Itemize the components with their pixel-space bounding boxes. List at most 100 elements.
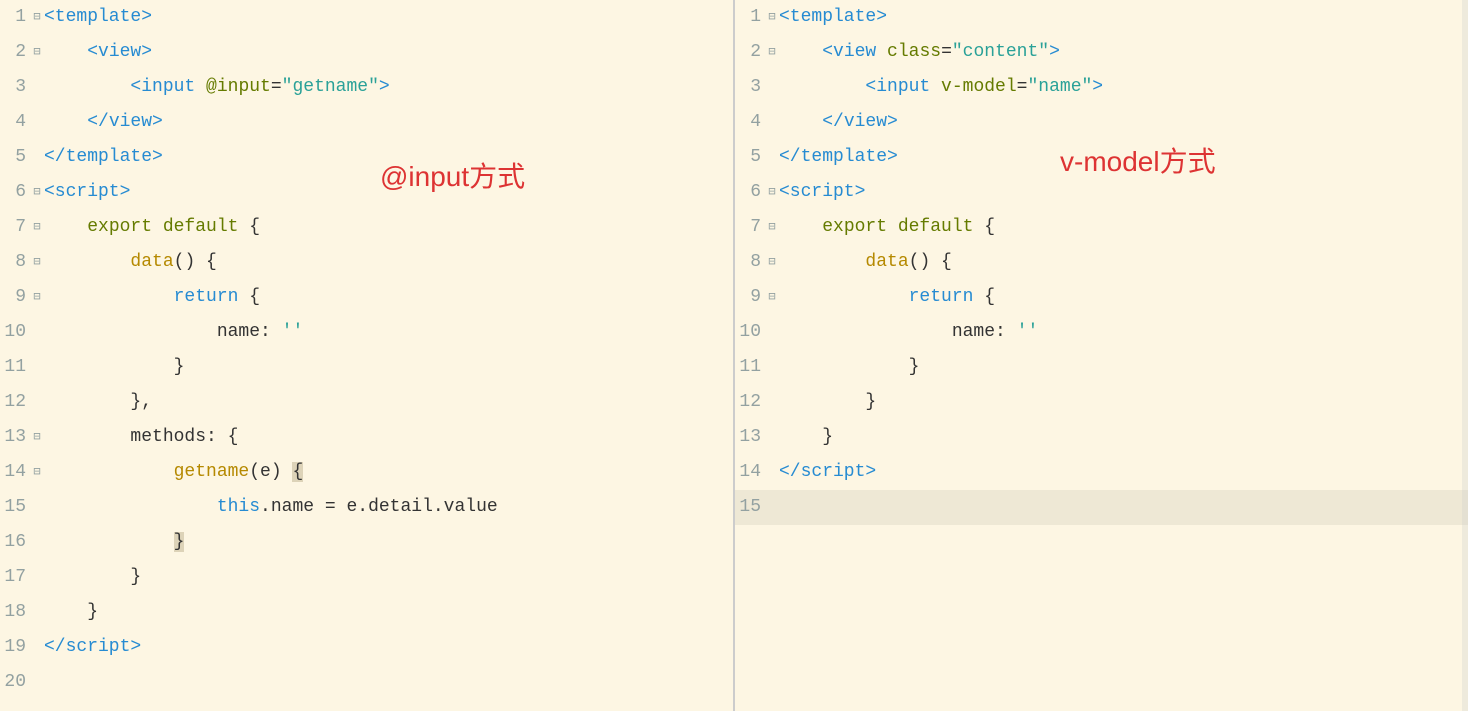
code-text: <template>	[44, 0, 733, 35]
scrollbar[interactable]	[1462, 0, 1468, 711]
code-text: </view>	[44, 105, 733, 140]
code-text: </view>	[779, 105, 1468, 140]
line-number: 17	[0, 560, 30, 595]
fold-icon[interactable]: ⊟	[30, 420, 44, 455]
code-line[interactable]: 10 name: ''	[735, 315, 1468, 350]
editor-pane-left: @input方式 1⊟<template>2⊟ <view>3 <input @…	[0, 0, 735, 711]
code-line[interactable]: 6⊟<script>	[0, 175, 733, 210]
code-text: <input @input="getname">	[44, 70, 733, 105]
code-text: <view class="content">	[779, 35, 1468, 70]
fold-icon[interactable]: ⊟	[765, 280, 779, 315]
code-line[interactable]: 17 }	[0, 560, 733, 595]
code-line[interactable]: 13⊟ methods: {	[0, 420, 733, 455]
line-number: 9	[735, 280, 765, 315]
fold-icon[interactable]: ⊟	[765, 0, 779, 35]
fold-icon[interactable]: ⊟	[30, 455, 44, 490]
code-text: <view>	[44, 35, 733, 70]
code-text: export default {	[779, 210, 1468, 245]
code-text: <script>	[44, 175, 733, 210]
code-line[interactable]: 18 }	[0, 595, 733, 630]
fold-icon[interactable]: ⊟	[765, 35, 779, 70]
code-text: }	[44, 525, 733, 560]
fold-icon[interactable]: ⊟	[765, 245, 779, 280]
code-line[interactable]: 12 }	[735, 385, 1468, 420]
line-number: 14	[735, 455, 765, 490]
code-line[interactable]: 19</script>	[0, 630, 733, 665]
code-text: }	[44, 350, 733, 385]
code-line[interactable]: 8⊟ data() {	[0, 245, 733, 280]
code-line[interactable]: 13 }	[735, 420, 1468, 455]
code-text: <template>	[779, 0, 1468, 35]
code-text: data() {	[779, 245, 1468, 280]
code-line[interactable]: 20	[0, 665, 733, 700]
line-number: 8	[0, 245, 30, 280]
code-text: }	[779, 350, 1468, 385]
fold-icon[interactable]: ⊟	[30, 280, 44, 315]
line-number: 11	[0, 350, 30, 385]
code-line[interactable]: 10 name: ''	[0, 315, 733, 350]
code-text: methods: {	[44, 420, 733, 455]
fold-icon[interactable]: ⊟	[30, 175, 44, 210]
code-line[interactable]: 7⊟ export default {	[735, 210, 1468, 245]
code-line[interactable]: 16 }	[0, 525, 733, 560]
code-text: },	[44, 385, 733, 420]
line-number: 4	[0, 105, 30, 140]
line-number: 4	[735, 105, 765, 140]
line-number: 16	[0, 525, 30, 560]
line-number: 20	[0, 665, 30, 700]
code-line[interactable]: 1⊟<template>	[735, 0, 1468, 35]
code-line[interactable]: 9⊟ return {	[735, 280, 1468, 315]
code-line[interactable]: 14</script>	[735, 455, 1468, 490]
line-number: 18	[0, 595, 30, 630]
line-number: 8	[735, 245, 765, 280]
code-line[interactable]: 11 }	[735, 350, 1468, 385]
line-number: 2	[0, 35, 30, 70]
code-line[interactable]: 4 </view>	[0, 105, 733, 140]
line-number: 5	[0, 140, 30, 175]
code-text: return {	[779, 280, 1468, 315]
code-area-right[interactable]: 1⊟<template>2⊟ <view class="content">3 <…	[735, 0, 1468, 525]
code-text: return {	[44, 280, 733, 315]
line-number: 13	[735, 420, 765, 455]
line-number: 5	[735, 140, 765, 175]
line-number: 10	[0, 315, 30, 350]
fold-icon[interactable]: ⊟	[30, 35, 44, 70]
code-line[interactable]: 8⊟ data() {	[735, 245, 1468, 280]
code-line[interactable]: 2⊟ <view class="content">	[735, 35, 1468, 70]
line-number: 13	[0, 420, 30, 455]
code-line[interactable]: 4 </view>	[735, 105, 1468, 140]
code-line[interactable]: 5 </template>	[735, 140, 1468, 175]
code-line[interactable]: 1⊟<template>	[0, 0, 733, 35]
code-text: getname(e) {	[44, 455, 733, 490]
code-line[interactable]: 12 },	[0, 385, 733, 420]
line-number: 2	[735, 35, 765, 70]
code-text: </template>	[44, 140, 733, 175]
code-line[interactable]: 6⊟<script>	[735, 175, 1468, 210]
code-text: </template>	[779, 140, 1468, 175]
code-area-left[interactable]: 1⊟<template>2⊟ <view>3 <input @input="ge…	[0, 0, 733, 700]
code-line[interactable]: 5 </template>	[0, 140, 733, 175]
code-line[interactable]: 3 <input @input="getname">	[0, 70, 733, 105]
line-number: 15	[0, 490, 30, 525]
line-number: 6	[0, 175, 30, 210]
code-line[interactable]: 15 this.name = e.detail.value	[0, 490, 733, 525]
fold-icon[interactable]: ⊟	[765, 175, 779, 210]
code-line[interactable]: 7⊟ export default {	[0, 210, 733, 245]
line-number: 3	[735, 70, 765, 105]
fold-icon[interactable]: ⊟	[30, 245, 44, 280]
code-line[interactable]: 2⊟ <view>	[0, 35, 733, 70]
code-text: export default {	[44, 210, 733, 245]
line-number: 6	[735, 175, 765, 210]
code-line[interactable]: 15	[735, 490, 1468, 525]
fold-icon[interactable]: ⊟	[30, 210, 44, 245]
code-line[interactable]: 9⊟ return {	[0, 280, 733, 315]
line-number: 10	[735, 315, 765, 350]
fold-icon[interactable]: ⊟	[765, 210, 779, 245]
line-number: 3	[0, 70, 30, 105]
code-line[interactable]: 14⊟ getname(e) {	[0, 455, 733, 490]
line-number: 1	[0, 0, 30, 35]
code-text: }	[779, 385, 1468, 420]
fold-icon[interactable]: ⊟	[30, 0, 44, 35]
code-line[interactable]: 11 }	[0, 350, 733, 385]
code-line[interactable]: 3 <input v-model="name">	[735, 70, 1468, 105]
